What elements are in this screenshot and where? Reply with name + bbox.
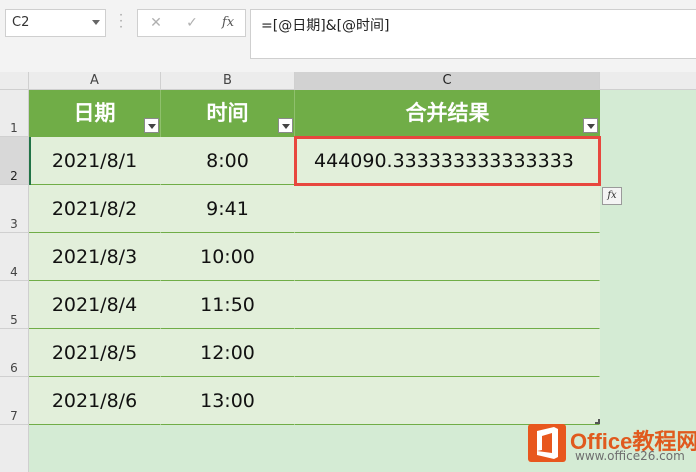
- cancel-icon[interactable]: ✕: [141, 9, 171, 37]
- cell-b4[interactable]: 10:00: [161, 233, 295, 281]
- filter-dropdown-icon[interactable]: [278, 118, 293, 133]
- formula-input[interactable]: =[@日期]&[@时间]: [250, 9, 696, 59]
- row-header-5[interactable]: 5: [0, 281, 29, 329]
- cell-a4[interactable]: 2021/8/3: [29, 233, 161, 281]
- cell-c4[interactable]: [295, 233, 600, 281]
- row-number: 4: [10, 265, 18, 279]
- row-header-1[interactable]: 1: [0, 90, 29, 137]
- cell-a3[interactable]: 2021/8/2: [29, 185, 161, 233]
- more-options-icon: · · ·: [119, 8, 123, 34]
- cell-c3[interactable]: [295, 185, 600, 233]
- cell-a6[interactable]: 2021/8/5: [29, 329, 161, 377]
- cell-a7[interactable]: 2021/8/6: [29, 377, 161, 425]
- cell-b7[interactable]: 13:00: [161, 377, 295, 425]
- row-number: 6: [10, 361, 18, 375]
- cell-b3[interactable]: 9:41: [161, 185, 295, 233]
- cell-a2[interactable]: 2021/8/1: [29, 137, 161, 185]
- watermark-url: www.office26.com: [575, 449, 685, 463]
- cell-c6[interactable]: [295, 329, 600, 377]
- cell-b6[interactable]: 12:00: [161, 329, 295, 377]
- cell-c7[interactable]: [295, 377, 600, 425]
- table-header-time[interactable]: 时间: [161, 90, 295, 137]
- column-header-a[interactable]: A: [29, 72, 161, 90]
- filter-dropdown-icon[interactable]: [583, 118, 598, 133]
- name-box[interactable]: C2: [5, 9, 106, 37]
- cell-b5[interactable]: 11:50: [161, 281, 295, 329]
- chevron-down-icon[interactable]: [92, 20, 100, 25]
- insert-function-icon[interactable]: fx: [213, 9, 243, 37]
- row-active-indicator: [29, 137, 31, 185]
- table-header-date[interactable]: 日期: [29, 90, 161, 137]
- row-header-4[interactable]: 4: [0, 233, 29, 281]
- column-header-b[interactable]: B: [161, 72, 295, 90]
- cell-a5[interactable]: 2021/8/4: [29, 281, 161, 329]
- office-logo-icon: [528, 424, 566, 462]
- row-number: 7: [10, 409, 18, 423]
- filter-dropdown-icon[interactable]: [144, 118, 159, 133]
- row-number: 5: [10, 313, 18, 327]
- row-number: 3: [10, 217, 18, 231]
- row-header-3[interactable]: 3: [0, 185, 29, 233]
- row-number: 2: [10, 169, 18, 183]
- row-number: 1: [10, 121, 18, 135]
- row-header-empty: [0, 425, 29, 472]
- select-all-corner[interactable]: [0, 72, 29, 90]
- column-header-c[interactable]: C: [295, 72, 600, 90]
- row-header-7[interactable]: 7: [0, 377, 29, 425]
- check-icon[interactable]: ✓: [177, 9, 207, 37]
- cell-c5[interactable]: [295, 281, 600, 329]
- table-header-result[interactable]: 合并结果: [295, 90, 600, 137]
- row-header-6[interactable]: 6: [0, 329, 29, 377]
- row-header-2[interactable]: 2: [0, 137, 29, 185]
- cell-b2[interactable]: 8:00: [161, 137, 295, 185]
- cell-c2-selected[interactable]: 444090.333333333333333: [294, 136, 601, 186]
- autofill-options-icon[interactable]: fx: [602, 187, 622, 205]
